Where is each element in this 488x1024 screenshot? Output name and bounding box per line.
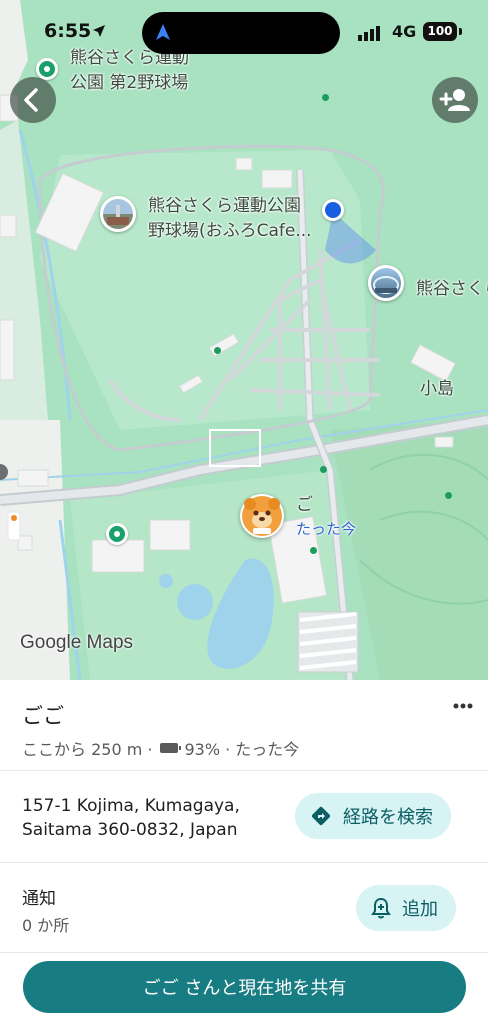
address-line1: 157-1 Kojima, Kumagaya, bbox=[22, 796, 240, 816]
add-person-icon bbox=[439, 89, 470, 111]
location-arrow-icon bbox=[93, 25, 105, 37]
signal-icon bbox=[358, 26, 380, 41]
map-base bbox=[0, 0, 488, 680]
stadium-dome-photo-pin[interactable] bbox=[368, 265, 404, 301]
stadium-photo-pin[interactable] bbox=[100, 196, 136, 232]
add-person-button[interactable] bbox=[432, 77, 478, 123]
divider bbox=[0, 952, 488, 953]
add-notification-button[interactable]: 追加 bbox=[356, 885, 456, 931]
person-detail-sheet: ごご ここから 250 m · 93% · たった今 157-1 Kojima,… bbox=[0, 680, 488, 1024]
bell-add-icon bbox=[371, 897, 391, 919]
battery-icon: 100 bbox=[423, 22, 457, 41]
share-location-label: ごご さんと現在地を共有 bbox=[142, 978, 347, 999]
route-search-button[interactable]: 経路を検索 bbox=[295, 793, 451, 839]
person-marker-time: たった今 bbox=[296, 520, 357, 538]
notification-count: 0 か所 bbox=[22, 916, 70, 935]
share-location-button[interactable]: ごご さんと現在地を共有 bbox=[23, 961, 466, 1013]
battery-small-icon bbox=[160, 743, 182, 753]
address: 157-1 Kojima, Kumagaya, Saitama 360-0832… bbox=[22, 794, 240, 842]
map-dot bbox=[214, 347, 221, 354]
distance-text: ここから 250 m · bbox=[22, 740, 153, 759]
navigation-arrow-icon bbox=[156, 24, 170, 40]
more-options-icon[interactable] bbox=[450, 696, 476, 716]
battery-cap bbox=[459, 28, 462, 35]
person-meta: ここから 250 m · 93% · たった今 bbox=[22, 736, 299, 760]
park-label-line2: 公園 第2野球場 bbox=[70, 73, 189, 93]
map-dot bbox=[445, 492, 452, 499]
status-time: 6:55 bbox=[44, 20, 92, 42]
add-notification-label: 追加 bbox=[402, 899, 438, 920]
network-type: 4G bbox=[392, 22, 417, 41]
route-search-label: 経路を検索 bbox=[343, 807, 433, 828]
chevron-left-icon bbox=[24, 88, 38, 112]
bear-avatar-icon bbox=[242, 496, 282, 536]
map-view[interactable]: 熊谷さくら運動 公園 第2野球場 熊谷さくら運動公園 野球場(おふろCafe..… bbox=[0, 0, 488, 680]
dynamic-island bbox=[142, 12, 340, 54]
dome-photo-icon bbox=[373, 276, 399, 294]
my-location-dot bbox=[322, 199, 344, 221]
map-dot bbox=[322, 94, 329, 101]
stadium-label-line2: 野球場(おふろCafe... bbox=[148, 221, 312, 241]
google-maps-logo: Google Maps bbox=[20, 632, 134, 653]
poi-right-label: 熊谷さくら bbox=[416, 279, 488, 299]
notification-label: 通知 bbox=[22, 889, 56, 909]
person-avatar-marker[interactable] bbox=[240, 494, 284, 538]
person-marker-name: ご bbox=[296, 495, 313, 515]
back-button[interactable] bbox=[10, 77, 56, 123]
person-name: ごご bbox=[22, 704, 64, 728]
directions-icon bbox=[311, 806, 331, 826]
stadium-photo-icon bbox=[107, 205, 129, 225]
map-dot bbox=[320, 466, 327, 473]
map-dot bbox=[310, 547, 317, 554]
status-bar: 6:55 4G 100 bbox=[0, 0, 488, 62]
stadium-label-line1: 熊谷さくら運動公園 bbox=[148, 196, 301, 216]
district-label: 小島 bbox=[420, 379, 454, 399]
battery-text: 93% · たった今 bbox=[184, 740, 300, 759]
divider bbox=[0, 770, 488, 771]
poi-pin-green[interactable] bbox=[106, 523, 128, 545]
address-line2: Saitama 360-0832, Japan bbox=[22, 820, 238, 840]
divider bbox=[0, 862, 488, 863]
